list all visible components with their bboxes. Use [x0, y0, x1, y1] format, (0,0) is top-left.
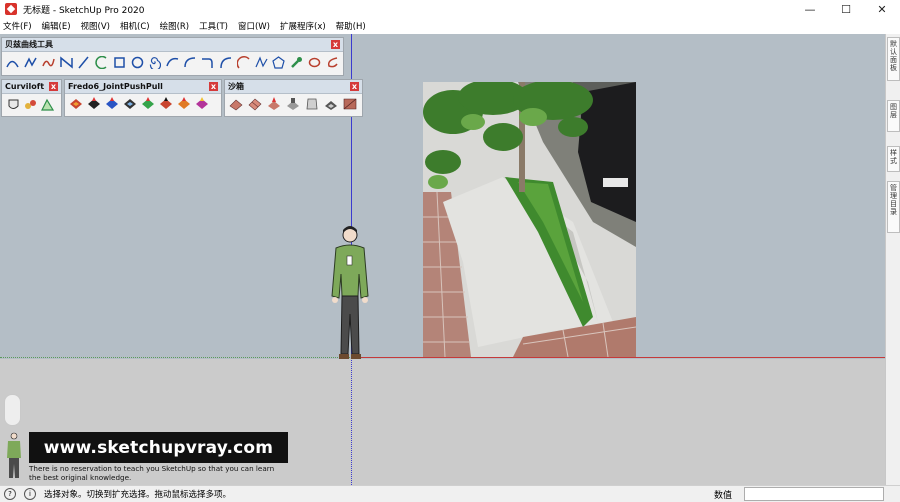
rectangle-icon[interactable] — [112, 55, 126, 69]
open-arc-icon[interactable] — [236, 55, 251, 69]
cubic-bezier-icon[interactable] — [59, 55, 73, 69]
polyline-curve-icon[interactable] — [24, 55, 38, 69]
close-button[interactable]: ✕ — [864, 0, 900, 18]
sketchup-app-icon — [5, 3, 17, 15]
from-scratch-icon[interactable] — [248, 97, 262, 111]
menu-draw[interactable]: 绘图(R) — [160, 20, 190, 32]
measurements-input[interactable] — [744, 487, 884, 501]
sandbox-toolbar-close-icon[interactable]: x — [350, 82, 359, 91]
photo-drawing — [423, 82, 636, 357]
fredo-toolbar-close-icon[interactable]: x — [209, 82, 218, 91]
blue-axis-below — [351, 358, 352, 485]
minimize-button[interactable]: — — [792, 0, 828, 18]
fredo-jointpushpull-toolbar: Fredo6_JointPushPull x — [64, 79, 222, 117]
watermark-url: www.sketchupvray.com — [43, 437, 274, 458]
menu-edit[interactable]: 编辑(E) — [42, 20, 71, 32]
line-icon[interactable] — [77, 55, 91, 69]
loft-along-path-icon[interactable] — [40, 97, 54, 111]
maximize-button[interactable]: ☐ — [828, 0, 864, 18]
curviloft-toolbar-close-icon[interactable]: x — [49, 82, 58, 91]
dock-tab-outliner[interactable]: 管理目录 — [887, 181, 900, 233]
dock-tab-styles[interactable]: 样式 — [887, 146, 900, 172]
undo-push-pull-icon[interactable] — [177, 97, 191, 111]
mini-person-figure — [4, 432, 24, 482]
status-message: 选择对象。切换到扩充选择。拖动鼠标选择多项。 — [44, 490, 232, 500]
info-icon[interactable]: i — [24, 488, 36, 500]
window-title: 无标题 - SketchUp Pro 2020 — [23, 5, 145, 16]
bezier-toolbar-title: 贝兹曲线工具 — [5, 40, 53, 49]
person-drawing — [331, 226, 369, 359]
measurements-label: 数值 — [714, 491, 733, 501]
flip-edge-icon[interactable] — [343, 97, 357, 111]
status-bar: ? i 选择对象。切换到扩充选择。拖动鼠标选择多项。 数值 — [0, 485, 900, 502]
shape-icon[interactable] — [325, 55, 339, 69]
thicken-icon[interactable] — [159, 97, 173, 111]
vector-push-pull-icon[interactable] — [87, 97, 101, 111]
geo-location-icon[interactable]: ? — [4, 488, 16, 500]
drape-icon[interactable] — [305, 97, 319, 111]
redo-push-pull-icon[interactable] — [195, 97, 209, 111]
wrench-icon[interactable] — [290, 55, 304, 69]
menu-tools[interactable]: 工具(T) — [199, 20, 228, 32]
follow-push-pull-icon[interactable] — [141, 97, 155, 111]
watermark-tagline-2: the best original knowledge. — [29, 473, 132, 482]
stamp-icon[interactable] — [286, 97, 300, 111]
fillet-icon[interactable] — [183, 55, 197, 69]
bezier-curve-icon[interactable] — [6, 55, 20, 69]
round-corner-icon[interactable] — [219, 55, 233, 69]
curviloft-toolbar: Curviloft x — [1, 79, 62, 117]
skin-contours-icon[interactable] — [23, 97, 37, 111]
sandbox-toolbar-title: 沙箱 — [228, 82, 244, 91]
red-axis — [352, 357, 885, 358]
menu-window[interactable]: 窗口(W) — [238, 20, 270, 32]
arc-icon[interactable] — [95, 55, 109, 69]
smoove-icon[interactable] — [267, 97, 281, 111]
scroll-pill[interactable] — [4, 394, 21, 426]
watermark-banner: www.sketchupvray.com — [29, 432, 288, 463]
mini-person-drawing — [7, 432, 21, 478]
menu-file[interactable]: 文件(F) — [3, 20, 32, 32]
freehand-icon[interactable] — [166, 55, 180, 69]
polygon-icon[interactable] — [272, 55, 286, 69]
title-bar: 无标题 - SketchUp Pro 2020 — ☐ ✕ — [0, 0, 900, 18]
normal-push-pull-icon[interactable] — [105, 97, 119, 111]
zigzag-icon[interactable] — [254, 55, 268, 69]
imported-photo[interactable] — [423, 82, 636, 357]
joint-push-pull-icon[interactable] — [69, 97, 83, 111]
green-axis — [0, 357, 352, 358]
menu-help[interactable]: 帮助(H) — [336, 20, 366, 32]
fredo-toolbar-title: Fredo6_JointPushPull — [68, 82, 163, 91]
circle-icon[interactable] — [130, 55, 144, 69]
scale-figure-person[interactable] — [328, 226, 376, 366]
menu-bar: 文件(F) 编辑(E) 视图(V) 相机(C) 绘图(R) 工具(T) 窗口(W… — [0, 18, 900, 34]
dock-tab-default-tray[interactable]: 默认面板 — [887, 37, 900, 81]
watermark-tagline-1: There is no reservation to teach you Ske… — [29, 464, 275, 473]
right-dock: 默认面板 图层 样式 管理目录 — [885, 34, 900, 485]
bezier-toolbar: 贝兹曲线工具 x — [1, 37, 344, 76]
curviloft-toolbar-title: Curviloft — [5, 82, 45, 91]
menu-view[interactable]: 视图(V) — [81, 20, 110, 32]
loop-icon[interactable] — [307, 55, 321, 69]
sandbox-toolbar: 沙箱 x — [224, 79, 363, 117]
extrude-icon[interactable] — [123, 97, 137, 111]
from-contours-icon[interactable] — [229, 97, 243, 111]
spiral-icon[interactable] — [148, 55, 162, 69]
spline-icon[interactable] — [41, 55, 55, 69]
dock-tab-layers[interactable]: 图层 — [887, 100, 900, 132]
menu-extensions[interactable]: 扩展程序(x) — [280, 20, 326, 32]
bezier-toolbar-close-icon[interactable]: x — [331, 40, 340, 49]
add-detail-icon[interactable] — [324, 97, 338, 111]
menu-camera[interactable]: 相机(C) — [120, 20, 150, 32]
loft-by-spline-icon[interactable] — [6, 97, 20, 111]
corner-icon[interactable] — [201, 55, 215, 69]
